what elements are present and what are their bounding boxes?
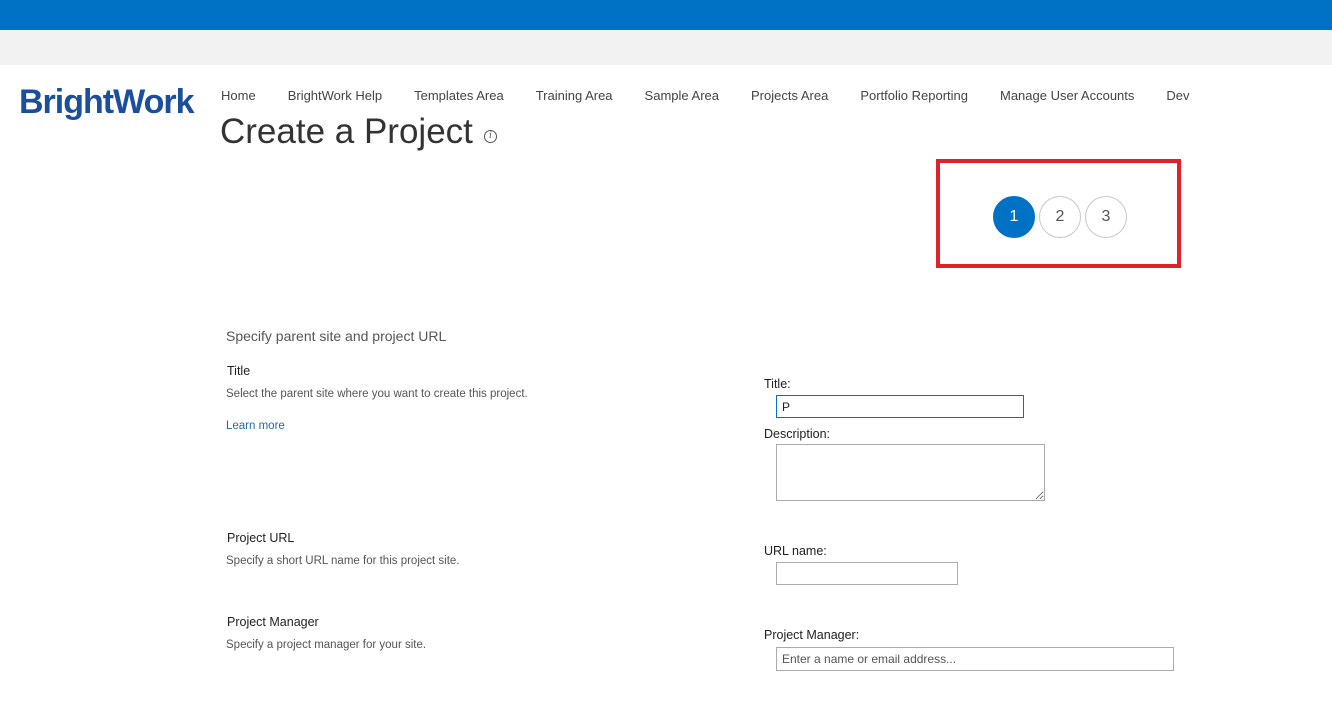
wizard-step-3[interactable]: 3	[1085, 196, 1127, 238]
nav-item-manage-user-accounts[interactable]: Manage User Accounts	[1000, 86, 1134, 106]
page-title: Create a Project i	[220, 110, 497, 154]
suite-bar	[0, 0, 1332, 30]
nav-item-brightwork-help[interactable]: BrightWork Help	[288, 86, 382, 106]
manager-section-description: Specify a project manager for your site.	[226, 639, 427, 651]
url-section-label: Project URL	[227, 531, 295, 545]
learn-more-link[interactable]: Learn more	[226, 420, 285, 432]
url-name-input[interactable]	[776, 562, 958, 585]
wizard-step-1[interactable]: 1	[993, 196, 1035, 238]
title-input[interactable]	[776, 395, 1024, 418]
manager-section-label: Project Manager	[227, 615, 319, 629]
info-icon[interactable]: i	[483, 129, 497, 143]
url-section-description: Specify a short URL name for this projec…	[226, 555, 460, 567]
brightwork-logo[interactable]: BrightWork	[19, 80, 194, 124]
description-field-label: Description:	[764, 427, 830, 441]
title-field-label: Title:	[764, 377, 791, 391]
page-title-text: Create a Project	[220, 112, 473, 151]
nav-item-portfolio-reporting[interactable]: Portfolio Reporting	[860, 86, 968, 106]
wizard-step-2[interactable]: 2	[1039, 196, 1081, 238]
title-section-description: Select the parent site where you want to…	[226, 388, 528, 400]
wizard-steps: 1 2 3	[993, 196, 1131, 238]
top-navigation: Home BrightWork Help Templates Area Trai…	[221, 86, 1222, 106]
nav-item-sample-area[interactable]: Sample Area	[645, 86, 719, 106]
nav-item-projects-area[interactable]: Projects Area	[751, 86, 828, 106]
project-manager-field-label: Project Manager:	[764, 628, 860, 642]
section-heading: Specify parent site and project URL	[226, 328, 447, 344]
nav-item-dev[interactable]: Dev	[1166, 86, 1189, 106]
ribbon-bar	[0, 30, 1332, 65]
url-name-field-label: URL name:	[764, 544, 827, 558]
project-manager-input[interactable]	[776, 647, 1174, 671]
nav-item-templates-area[interactable]: Templates Area	[414, 86, 504, 106]
title-section-label: Title	[227, 364, 251, 378]
nav-item-home[interactable]: Home	[221, 86, 256, 106]
nav-item-training-area[interactable]: Training Area	[536, 86, 613, 106]
description-textarea[interactable]	[776, 444, 1045, 501]
